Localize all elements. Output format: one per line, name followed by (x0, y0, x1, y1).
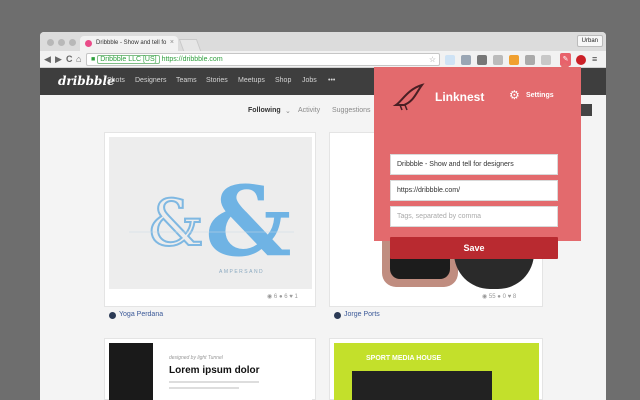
url-field[interactable]: https://dribbble.com/ (390, 180, 558, 201)
sport-shot-image: SPORT MEDIA HOUSE (334, 343, 539, 400)
typography-shot-image: designed by light Tunnel Lorem ipsum dol… (109, 343, 312, 400)
subnav-activity[interactable]: Activity (298, 107, 320, 114)
shot-author[interactable]: Jorge Ports (344, 311, 380, 318)
save-button[interactable]: Save (390, 237, 558, 259)
settings-link[interactable]: Settings (526, 92, 554, 99)
title-field[interactable]: Dribbble - Show and tell for designers (390, 154, 558, 175)
shot-stats: ◉ 6 ● 6 ♥ 1 (267, 293, 298, 300)
comments-count: 0 (502, 294, 506, 300)
bookmark-star-icon[interactable]: ☆ (429, 54, 436, 65)
chevron-down-icon: ⌄ (285, 108, 291, 115)
nav-shop[interactable]: Shop (275, 77, 291, 84)
extension-icon-7[interactable] (541, 55, 551, 65)
linknest-bird-icon (392, 83, 425, 111)
comments-icon: ● (278, 294, 283, 300)
ev-certificate-label[interactable]: Dribbble LLC [US] (97, 55, 160, 64)
shot-title: SPORT MEDIA HOUSE (366, 355, 442, 362)
extension-icon-4[interactable] (493, 55, 503, 65)
minimize-window-button[interactable] (58, 39, 65, 46)
subnav-suggestions[interactable]: Suggestions (332, 107, 371, 114)
nav-jobs[interactable]: Jobs (302, 77, 317, 84)
ampersand-shot-image: & & AMPERSAND (109, 137, 312, 289)
dribbble-favicon-icon (85, 40, 92, 47)
browser-window: Dribbble - Show and tell fo × Urban ◀ ▶ … (40, 32, 606, 400)
text-line (169, 387, 239, 389)
likes-count: 8 (512, 294, 517, 300)
avatar[interactable] (334, 312, 341, 319)
tab-close-icon[interactable]: × (170, 39, 174, 46)
nav-more[interactable]: ••• (328, 77, 335, 84)
browser-menu-icon[interactable]: ≡ (592, 54, 597, 64)
extension-icon-3[interactable] (477, 55, 487, 65)
back-icon[interactable]: ◀ (44, 54, 51, 64)
likes-count: 1 (294, 294, 298, 300)
nav-shots[interactable]: Shots (107, 77, 125, 84)
likes-icon[interactable]: ♥ (289, 294, 293, 300)
views-count: 55 (488, 294, 496, 300)
linknest-title: Linknest (435, 90, 485, 104)
extension-icon-2[interactable] (461, 55, 471, 65)
home-icon[interactable]: ⌂ (76, 54, 81, 64)
grid-view-icon[interactable] (580, 104, 592, 116)
browser-toolbar: ◀ ▶ C ⌂ ■ Dribbble LLC [US] https://drib… (40, 51, 606, 68)
views-count: 6 (273, 294, 278, 300)
extension-icon-6[interactable] (525, 55, 535, 65)
nav-stories[interactable]: Stories (206, 77, 228, 84)
shot-title: Lorem ipsum dolor (169, 365, 260, 376)
profile-button[interactable]: Urban (576, 35, 603, 47)
shot-card-1[interactable]: & & AMPERSAND ◉ 6 ● 6 ♥ 1 (104, 132, 316, 307)
svg-text:&: & (147, 187, 204, 261)
nav-teams[interactable]: Teams (176, 77, 197, 84)
text-line (169, 381, 259, 383)
lock-icon: ■ (91, 56, 96, 63)
nav-designers[interactable]: Designers (135, 77, 167, 84)
likes-icon[interactable]: ♥ (508, 294, 512, 300)
svg-text:&: & (205, 165, 292, 278)
zoom-window-button[interactable] (69, 39, 76, 46)
subnav-following[interactable]: Following (248, 107, 281, 114)
tab-title: Dribbble - Show and tell fo (96, 40, 167, 46)
shot-caption: designed by light Tunnel (169, 355, 223, 361)
address-bar[interactable]: ■ Dribbble LLC [US] https://dribbble.com… (86, 53, 440, 66)
desktop-background: { "browser": { "tab_title": "Dribbble - … (0, 0, 640, 400)
shot-dark-panel (109, 343, 153, 400)
pinterest-icon[interactable] (576, 55, 586, 65)
comments-count: 6 (284, 294, 288, 300)
avatar[interactable] (109, 312, 116, 319)
tab-dribbble[interactable]: Dribbble - Show and tell fo × (80, 36, 178, 51)
url-text: https://dribbble.com (161, 56, 223, 63)
nav-meetups[interactable]: Meetups (238, 77, 265, 84)
shot-stats: ◉ 55 ● 0 ♥ 8 (482, 293, 516, 300)
tab-strip: Dribbble - Show and tell fo × Urban (40, 32, 606, 51)
views-icon: ◉ (267, 294, 273, 300)
gear-icon[interactable]: ⚙ (509, 88, 520, 102)
new-tab-button[interactable] (178, 39, 202, 51)
tags-field[interactable]: Tags, separated by comma (390, 206, 558, 227)
extension-icon-1[interactable] (445, 55, 455, 65)
shot-card-4[interactable]: SPORT MEDIA HOUSE (329, 338, 543, 400)
ampersand-label: AMPERSAND (219, 269, 264, 275)
reload-icon[interactable]: C (66, 54, 73, 64)
views-icon: ◉ (482, 294, 488, 300)
forward-icon[interactable]: ▶ (55, 54, 62, 64)
close-window-button[interactable] (47, 39, 54, 46)
shot-card-3[interactable]: designed by light Tunnel Lorem ipsum dol… (104, 338, 316, 400)
shot-author[interactable]: Yoga Perdana (119, 311, 163, 318)
shot-dark-panel (352, 371, 492, 400)
extension-icon-5[interactable] (509, 55, 519, 65)
linknest-popup: Linknest ⚙ Settings Dribbble - Show and … (374, 67, 581, 259)
comments-icon: ● (497, 294, 501, 300)
